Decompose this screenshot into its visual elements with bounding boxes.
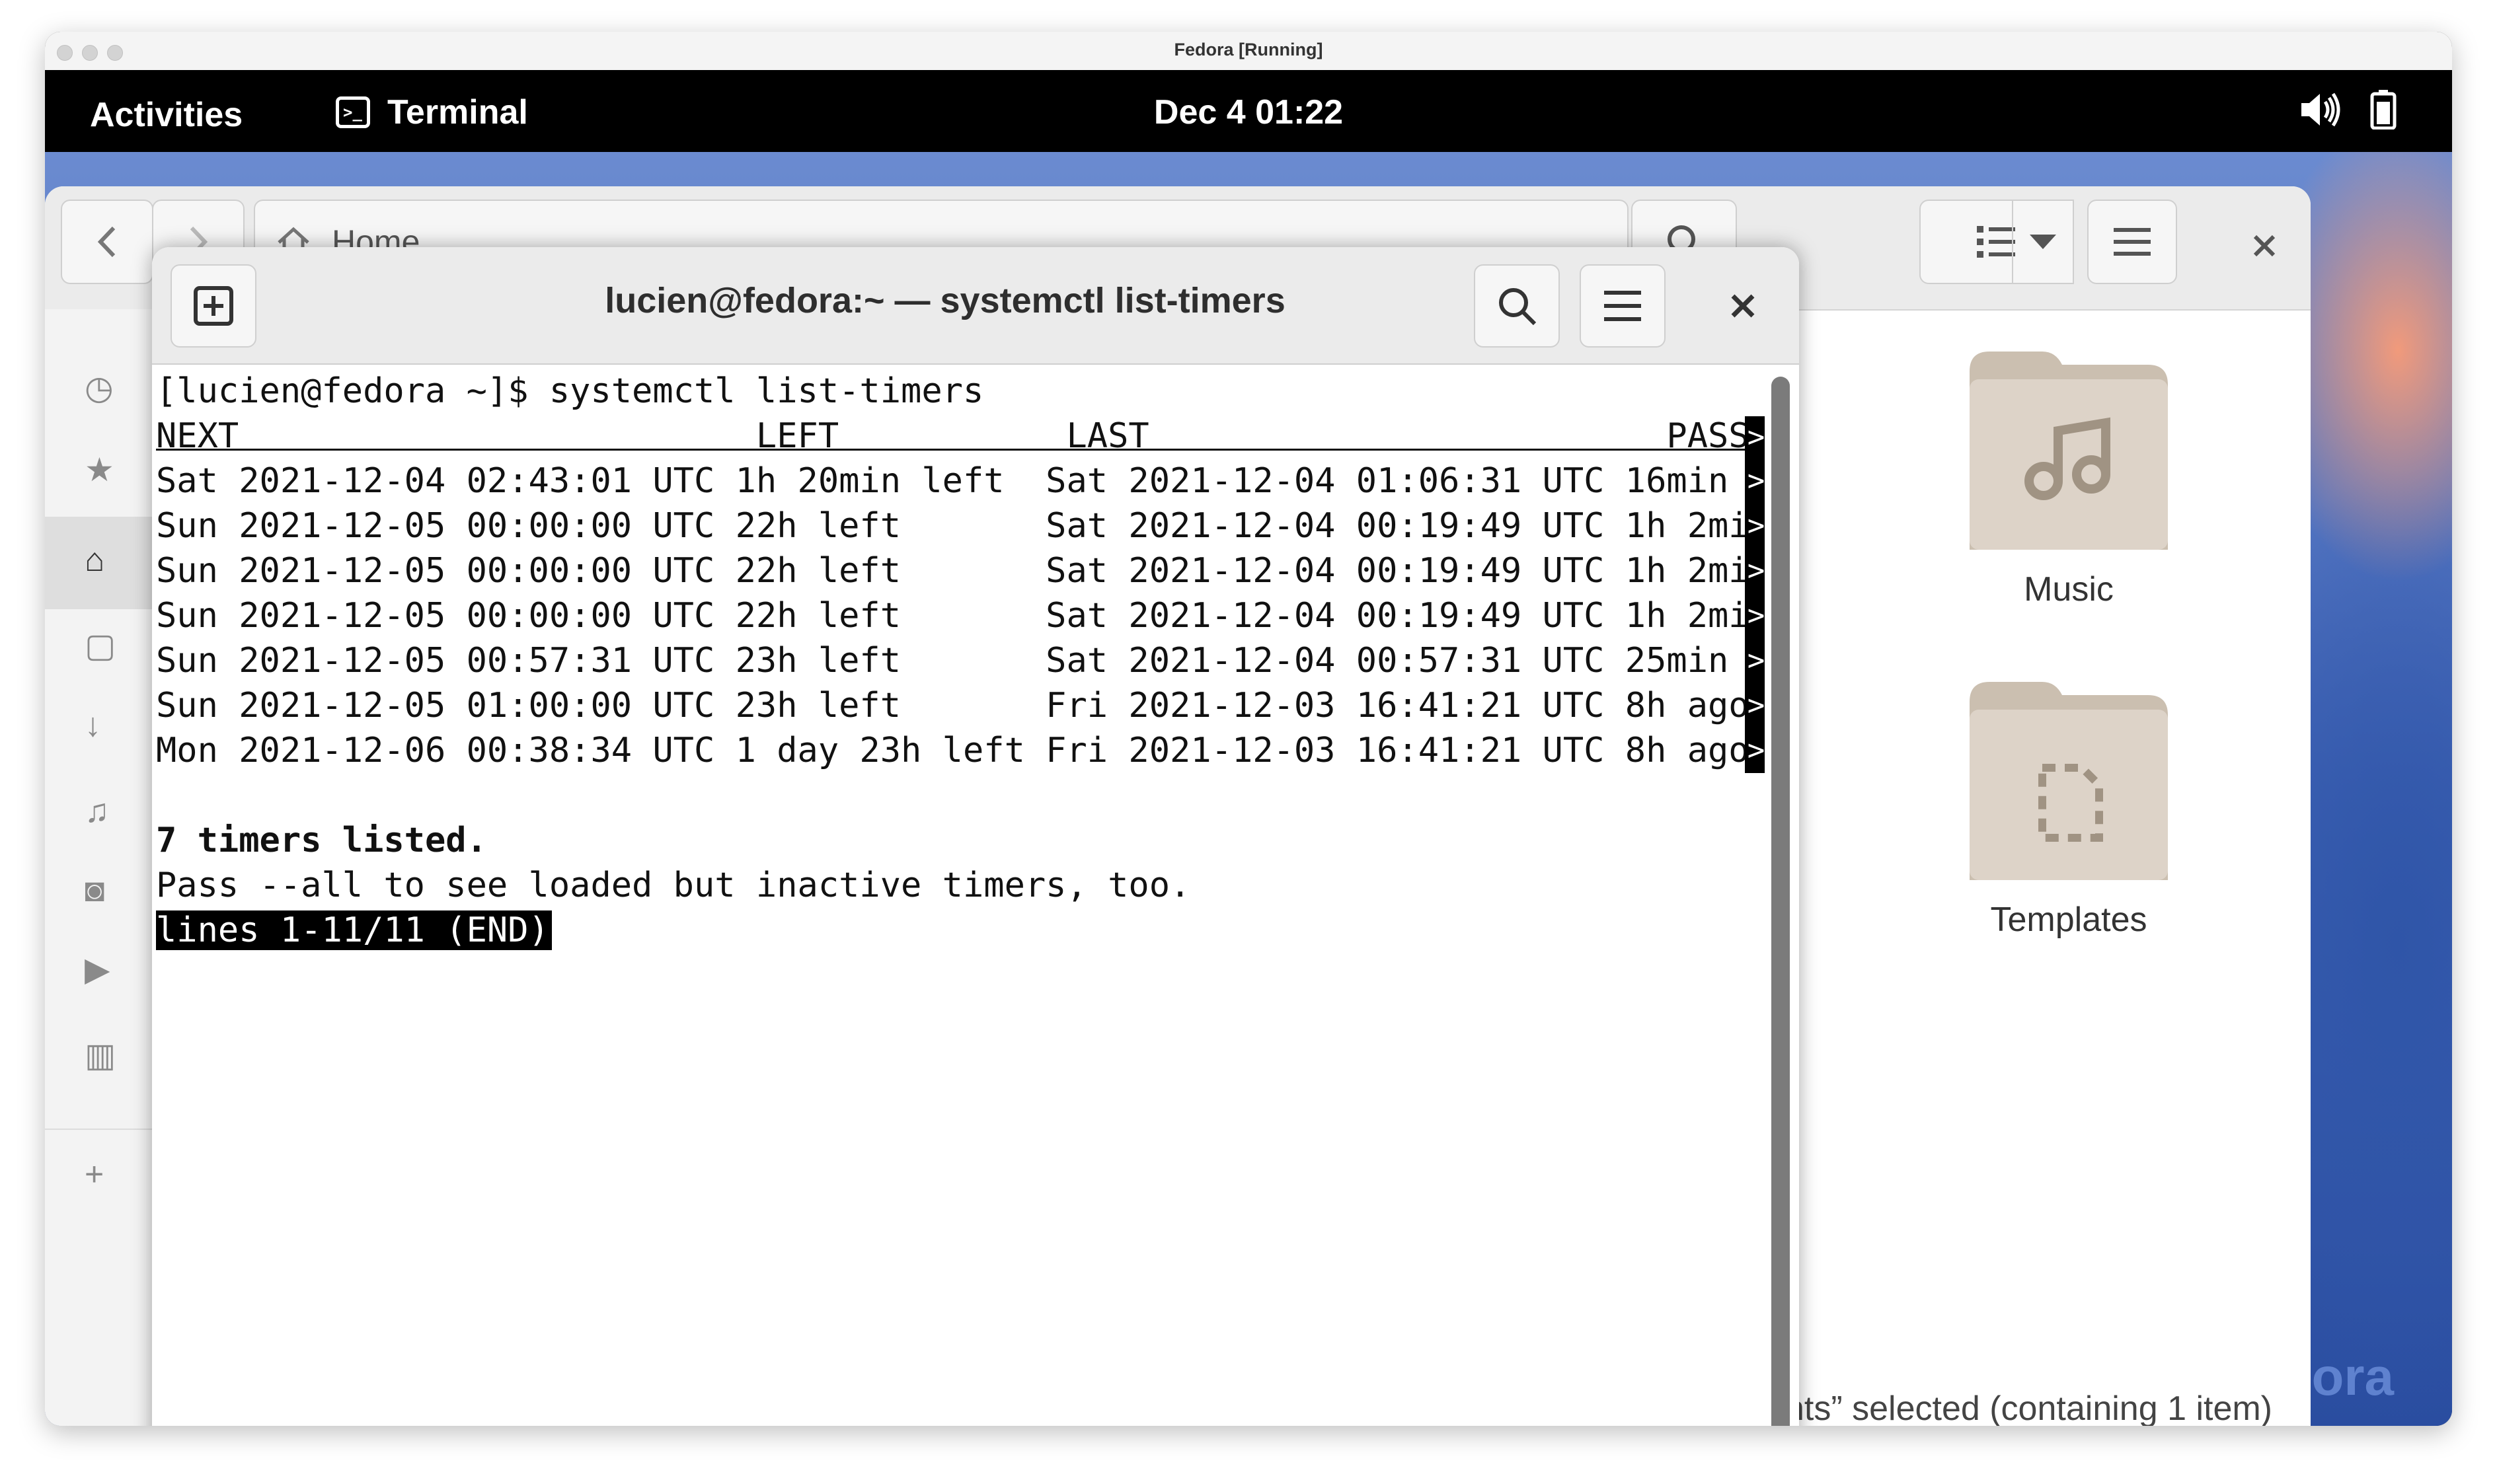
back-button[interactable] — [61, 200, 153, 284]
recent-icon[interactable]: ◷ — [85, 369, 124, 408]
folder-music[interactable]: Music — [1970, 352, 2168, 609]
table-row: Sun 2021-12-05 00:00:00 UTC 22h left Sat… — [156, 596, 1765, 636]
videos-icon[interactable]: ▶ — [85, 950, 124, 990]
trash-icon[interactable]: ▥ — [85, 1036, 124, 1076]
overflow-marker: > — [1745, 638, 1765, 683]
add-location-icon[interactable]: + — [85, 1155, 124, 1195]
battery-icon — [2370, 90, 2397, 130]
downloads-icon[interactable]: ↓ — [85, 706, 124, 745]
pager-status: lines 1-11/11 (END) — [156, 908, 552, 953]
terminal-search-button[interactable] — [1474, 264, 1560, 348]
files-close-button[interactable] — [2238, 219, 2291, 272]
overflow-marker: > — [1745, 728, 1765, 773]
chevron-left-icon — [97, 226, 116, 258]
folder-label: Templates — [1990, 901, 2147, 939]
terminal-menu-button[interactable] — [1580, 264, 1666, 348]
terminal-title: lucien@fedora:~ — systemctl list-timers — [605, 281, 1286, 320]
close-icon — [1731, 294, 1755, 318]
command-prompt-line: [lucien@fedora ~]$ systemctl list-timers — [156, 371, 984, 411]
folder-label: Music — [2024, 570, 2114, 609]
volume-icon — [2301, 93, 2340, 127]
view-options-button[interactable] — [2012, 201, 2073, 283]
overflow-marker: > — [1745, 503, 1765, 548]
files-menu-button[interactable] — [2087, 200, 2177, 284]
timer-summary: 7 timers listed. — [156, 821, 487, 860]
vm-host-window: Fedora [Running] Activities >_ Terminal … — [45, 32, 2452, 1426]
table-row: Sun 2021-12-05 00:00:00 UTC 22h left Sat… — [156, 551, 1765, 591]
host-titlebar: Fedora [Running] — [45, 32, 2452, 71]
hamburger-menu-icon — [2114, 228, 2151, 256]
table-row: Sun 2021-12-05 01:00:00 UTC 23h left Fri… — [156, 686, 1765, 725]
terminal-headerbar: lucien@fedora:~ — systemctl list-timers — [152, 247, 1799, 365]
search-icon — [1499, 288, 1537, 326]
gnome-top-bar: Activities >_ Terminal Dec 4 01:22 — [45, 70, 2452, 152]
hamburger-menu-icon — [1604, 291, 1641, 321]
overflow-marker: > — [1745, 683, 1765, 728]
system-menu[interactable] — [2299, 90, 2397, 130]
table-row: Sun 2021-12-05 00:00:00 UTC 22h left Sat… — [156, 506, 1765, 546]
overflow-marker: > — [1745, 416, 1765, 459]
overflow-marker: > — [1745, 593, 1765, 638]
overflow-marker: > — [1745, 459, 1765, 503]
documents-icon[interactable]: ▢ — [85, 626, 124, 666]
terminal-window: lucien@fedora:~ — systemctl list-timers … — [152, 247, 1799, 1426]
terminal-scrollbar[interactable] — [1771, 377, 1790, 1426]
pictures-icon[interactable]: ◙ — [85, 871, 124, 910]
table-row: Sun 2021-12-05 00:57:31 UTC 23h left Sat… — [156, 641, 1765, 681]
chevron-down-icon — [2030, 235, 2056, 249]
close-icon — [2253, 235, 2276, 257]
clock[interactable]: Dec 4 01:22 — [45, 93, 2452, 132]
overflow-marker: > — [1745, 548, 1765, 593]
new-tab-icon — [194, 286, 233, 326]
folder-templates[interactable]: Templates — [1970, 682, 2168, 940]
home-icon[interactable]: ⌂ — [85, 540, 124, 580]
table-row: Mon 2021-12-06 00:38:34 UTC 1 day 23h le… — [156, 731, 1765, 770]
new-tab-button[interactable] — [171, 264, 256, 348]
folder-icon — [1970, 682, 2168, 880]
terminal-close-button[interactable] — [1713, 276, 1773, 336]
terminal-output[interactable]: [lucien@fedora ~]$ systemctl list-timers… — [152, 363, 1765, 1426]
table-header: NEXT LEFT LAST PASSED — [156, 416, 1765, 456]
hint-text: Pass --all to see loaded but inactive ti… — [156, 866, 1191, 905]
host-window-title: Fedora [Running] — [1174, 40, 1323, 59]
music-icon[interactable]: ♫ — [85, 792, 124, 831]
list-view-button[interactable] — [1919, 200, 2074, 284]
starred-icon[interactable]: ★ — [85, 451, 124, 490]
table-row: Sat 2021-12-04 02:43:01 UTC 1h 20min lef… — [156, 461, 1765, 501]
folder-icon — [1970, 352, 2168, 550]
